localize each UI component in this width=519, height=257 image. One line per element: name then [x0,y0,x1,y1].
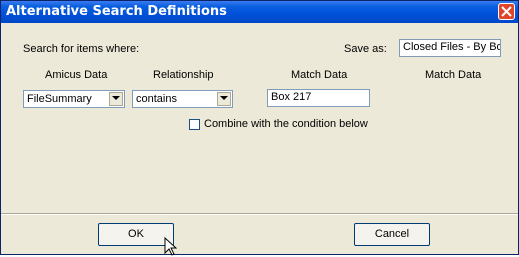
relationship-value: contains [136,93,177,105]
chevron-down-icon [220,96,228,100]
dialog-window: Alternative Search Definitions Search fo… [0,0,519,256]
column-header-amicus-data: Amicus Data [45,69,108,81]
close-icon [501,6,512,17]
column-header-match-data-2: Match Data [425,69,482,81]
amicus-data-dropdown[interactable]: FileSummary [23,90,125,108]
cancel-button[interactable]: Cancel [354,223,430,246]
relationship-dropdown[interactable]: contains [132,90,233,108]
search-for-label: Search for items where: [23,43,140,55]
relationship-dropdown-button[interactable] [217,92,231,106]
save-as-input[interactable]: Closed Files - By Box [399,39,501,57]
window-title: Alternative Search Definitions [6,4,227,19]
combine-checkbox[interactable] [189,119,200,130]
column-header-relationship: Relationship [153,69,214,81]
mouse-cursor-icon [164,237,177,256]
chevron-down-icon [112,96,120,100]
amicus-data-dropdown-button[interactable] [109,92,123,106]
save-as-label: Save as: [344,43,387,55]
separator-line [1,213,518,215]
close-button[interactable] [498,3,515,20]
ok-button[interactable]: OK [98,223,174,246]
combine-label: Combine with the condition below [204,118,368,130]
column-header-match-data: Match Data [291,69,348,81]
match-data-input[interactable]: Box 217 [267,89,370,107]
amicus-data-value: FileSummary [27,93,92,105]
title-bar[interactable]: Alternative Search Definitions [1,1,518,23]
dialog-body: Search for items where: Save as: Closed … [1,23,518,256]
